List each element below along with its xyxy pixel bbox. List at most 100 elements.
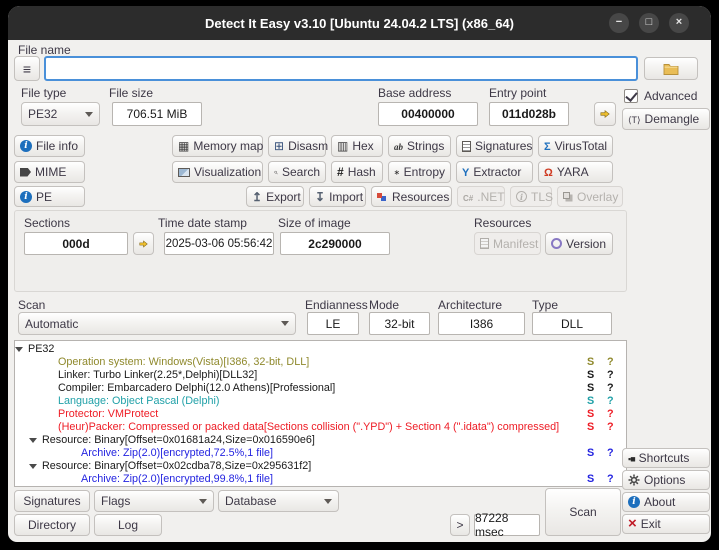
maximize-button[interactable]: □ <box>639 13 659 33</box>
flags-select[interactable]: Flags <box>94 490 214 512</box>
import-button[interactable]: Import <box>309 186 366 207</box>
extractor-label: Extractor <box>473 165 521 179</box>
result-row[interactable]: PE32 <box>15 343 626 356</box>
hex-button[interactable]: Hex <box>331 135 383 157</box>
overlay-button: Overlay <box>557 186 623 207</box>
result-row[interactable]: Archive: Zip(2.0)[encrypted,99.8%,1 file… <box>15 473 626 486</box>
signature-link[interactable]: S <box>587 408 594 421</box>
result-text: Protector: VMProtect <box>58 408 158 420</box>
database-select[interactable]: Database <box>218 490 339 512</box>
virustotal-button[interactable]: VirusTotal <box>538 135 613 157</box>
resources-button[interactable]: Resources <box>371 186 452 207</box>
log-button[interactable]: Log <box>94 514 162 536</box>
signature-link[interactable]: S <box>587 473 594 486</box>
exit-button[interactable]: Exit <box>622 514 710 534</box>
size-of-image-value[interactable]: 2c290000 <box>280 232 390 255</box>
visualization-button[interactable]: Visualization <box>172 161 263 183</box>
memory-map-button[interactable]: Memory map <box>172 135 263 157</box>
time-date-stamp-value[interactable]: 2025-03-06 05:56:42 <box>164 232 274 255</box>
endianness-value[interactable]: LE <box>307 312 359 335</box>
result-row[interactable]: Language: Object Pascal (Delphi)S? <box>15 395 626 408</box>
results-tree[interactable]: PE32Operation system: Windows(Vista)[I38… <box>14 340 627 487</box>
options-button[interactable]: Options <box>622 470 710 490</box>
signature-link[interactable]: S <box>587 382 594 395</box>
result-row[interactable]: Resource: Binary[Offset=0x01681a24,Size=… <box>15 434 626 447</box>
result-row[interactable]: Linker: Turbo Linker(2.25*,Delphi)[DLL32… <box>15 369 626 382</box>
hash-icon <box>337 165 344 179</box>
expand-button[interactable]: > <box>450 514 470 536</box>
signatures-db-button[interactable]: Signatures <box>14 490 90 512</box>
tree-expander-icon[interactable] <box>29 438 37 443</box>
minimize-button[interactable]: − <box>609 13 629 33</box>
result-row[interactable]: Archive: Zip(2.0)[encrypted,72.5%,1 file… <box>15 447 626 460</box>
mode-value[interactable]: 32-bit <box>369 312 430 335</box>
entry-point-value[interactable]: 011d028b <box>489 102 569 126</box>
mime-button[interactable]: MIME <box>14 161 85 183</box>
file-type-select[interactable]: PE32 <box>21 102 100 126</box>
result-row[interactable]: Resource: Binary[Offset=0x02cdba78,Size=… <box>15 460 626 473</box>
entropy-button[interactable]: Entropy <box>388 161 451 183</box>
time-date-stamp-label: Time date stamp <box>158 216 247 230</box>
more-info-link[interactable]: ? <box>607 447 614 460</box>
more-info-link[interactable]: ? <box>607 421 614 434</box>
resources-icon <box>377 193 382 198</box>
scan-button[interactable]: Scan <box>545 488 621 536</box>
shortcuts-button[interactable]: Shortcuts <box>622 448 710 468</box>
tree-expander-icon[interactable] <box>15 347 23 352</box>
disasm-icon <box>274 139 284 153</box>
about-button[interactable]: About <box>622 492 710 512</box>
more-info-link[interactable]: ? <box>607 473 614 486</box>
more-info-link[interactable]: ? <box>607 369 614 382</box>
yara-label: YARA <box>557 165 589 179</box>
sections-value[interactable]: 000d <box>24 232 128 255</box>
result-row[interactable]: Compiler: Embarcadero Delphi(12.0 Athens… <box>15 382 626 395</box>
result-row[interactable]: Protector: VMProtect S? <box>15 408 626 421</box>
signature-link[interactable]: S <box>587 395 594 408</box>
signature-link[interactable]: S <box>587 356 594 369</box>
pe-button[interactable]: PE <box>14 186 85 207</box>
architecture-value[interactable]: I386 <box>438 312 525 335</box>
shortcuts-icon <box>628 451 635 465</box>
sections-goto-button[interactable] <box>133 232 154 255</box>
advanced-checkbox[interactable]: Advanced <box>624 89 697 103</box>
hash-button[interactable]: Hash <box>331 161 383 183</box>
elapsed-time-value[interactable]: 87228 msec <box>474 514 540 536</box>
type-value[interactable]: DLL <box>532 312 612 335</box>
file-size-value[interactable]: 706.51 MiB <box>112 102 202 126</box>
search-button[interactable]: Search <box>268 161 326 183</box>
more-info-link[interactable]: ? <box>607 408 614 421</box>
export-button[interactable]: Export <box>246 186 304 207</box>
file-name-input[interactable] <box>44 56 638 81</box>
strings-button[interactable]: Strings <box>388 135 451 157</box>
base-address-value[interactable]: 00400000 <box>378 102 478 126</box>
sections-label: Sections <box>24 216 70 230</box>
dotnet-icon <box>463 190 473 204</box>
yara-button[interactable]: YARA <box>538 161 613 183</box>
file-dialog-button[interactable] <box>14 56 40 81</box>
signature-link[interactable]: S <box>587 369 594 382</box>
signatures-button[interactable]: Signatures <box>456 135 533 157</box>
version-button[interactable]: Version <box>545 232 613 255</box>
file-info-button[interactable]: File info <box>14 135 85 157</box>
signature-link[interactable]: S <box>587 447 594 460</box>
expand-label: > <box>456 518 463 532</box>
signature-link[interactable]: S <box>587 421 594 434</box>
more-info-link[interactable]: ? <box>607 382 614 395</box>
more-info-link[interactable]: ? <box>607 356 614 369</box>
open-file-button[interactable] <box>644 57 698 80</box>
mime-icon <box>20 168 31 177</box>
demangle-button[interactable]: Demangle <box>622 108 710 130</box>
scan-engine-select[interactable]: Automatic <box>18 312 296 335</box>
close-button[interactable]: × <box>669 13 689 33</box>
import-label: Import <box>329 190 363 204</box>
entry-point-goto-button[interactable] <box>594 102 616 126</box>
disasm-button[interactable]: Disasm <box>268 135 326 157</box>
folder-icon <box>663 62 679 75</box>
more-info-link[interactable]: ? <box>607 395 614 408</box>
result-row[interactable]: (Heur)Packer: Compressed or packed data[… <box>15 421 626 434</box>
result-row[interactable]: Operation system: Windows(Vista)[I386, 3… <box>15 356 626 369</box>
directory-button[interactable]: Directory <box>14 514 90 536</box>
extractor-button[interactable]: Extractor <box>456 161 533 183</box>
version-icon <box>551 238 562 249</box>
tree-expander-icon[interactable] <box>29 464 37 469</box>
